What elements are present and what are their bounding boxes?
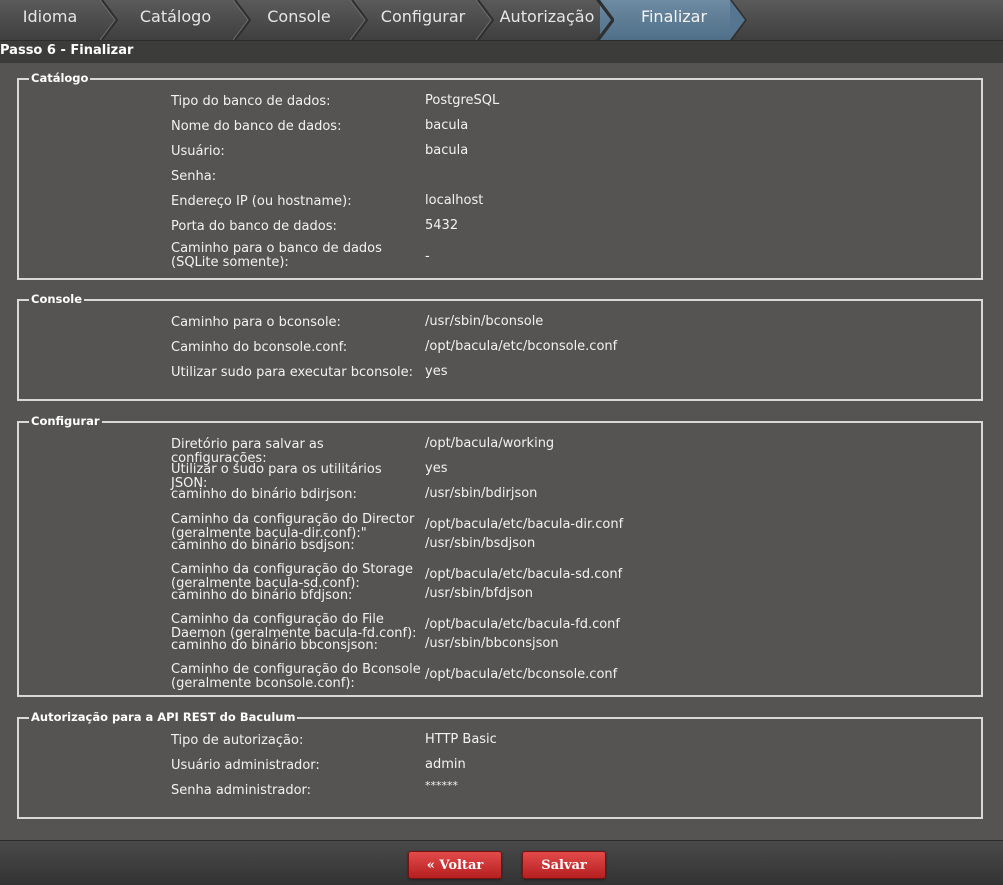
field-label: Nome do banco de dados: — [171, 119, 342, 134]
field-label: caminho do binário bsdjson: — [171, 538, 355, 553]
page-title-bar: Passo 6 - Finalizar — [0, 41, 1003, 63]
field-value: bacula — [425, 143, 469, 158]
field-value: localhost — [425, 193, 484, 208]
section-api-auth: Autorização para a API REST do Baculum T… — [17, 710, 983, 819]
field-label: Caminho da configuração do File Daemon (… — [171, 612, 417, 641]
field-label: Senha administrador: — [171, 783, 312, 798]
step-separator — [100, 0, 118, 40]
field-value: yes — [425, 364, 448, 379]
field-value: /opt/bacula/etc/bconsole.conf — [425, 339, 618, 354]
field-label: caminho do binário bdirjson: — [171, 487, 357, 502]
field-value: /usr/sbin/bfdjson — [425, 586, 534, 601]
field-value: PostgreSQL — [425, 93, 500, 108]
back-button[interactable]: « Voltar — [408, 851, 502, 879]
step-console: Console — [267, 7, 331, 26]
field-value: /opt/bacula/etc/bacula-sd.conf — [425, 567, 623, 582]
field-label: Tipo do banco de dados: — [171, 94, 331, 109]
field-label: Caminho da configuração do Storage (gera… — [171, 562, 413, 591]
field-value: /opt/bacula/etc/bacula-fd.conf — [425, 617, 620, 632]
page-title: Passo 6 - Finalizar — [0, 43, 134, 58]
section-legend: Console — [29, 292, 85, 306]
field-label: Senha: — [171, 169, 217, 184]
field-label: Tipo de autorização: — [171, 733, 304, 748]
field-label: Porta do banco de dados: — [171, 219, 337, 234]
field-label: Caminho da configuração do Director (ger… — [171, 512, 415, 541]
step-separator — [233, 0, 251, 40]
field-value: HTTP Basic — [425, 732, 497, 747]
step-separator — [350, 0, 368, 40]
field-value: /opt/bacula/etc/bacula-dir.conf — [425, 517, 624, 532]
field-value: yes — [425, 461, 448, 476]
section-legend: Configurar — [29, 414, 102, 428]
section-configure: Configurar Diretório para salvar as conf… — [17, 414, 983, 697]
field-label: caminho do binário bbconsjson: — [171, 638, 378, 653]
field-value: - — [425, 249, 430, 264]
field-label: Caminho para o banco de dados (SQLite so… — [171, 241, 382, 270]
field-value: ****** — [425, 779, 458, 792]
field-value: /opt/bacula/working — [425, 436, 555, 451]
field-value: /opt/bacula/etc/bconsole.conf — [425, 667, 618, 682]
section-catalog: Catálogo Tipo do banco de dados: Postgre… — [17, 71, 983, 280]
save-button[interactable]: Salvar — [522, 851, 606, 879]
section-legend: Catálogo — [29, 71, 91, 85]
section-console: Console Caminho para o bconsole: /usr/sb… — [17, 292, 983, 401]
wizard-steps: Idioma Catálogo Console Configurar Autor… — [0, 0, 1003, 41]
section-legend: Autorização para a API REST do Baculum — [29, 710, 298, 724]
field-label: Utilizar sudo para executar bconsole: — [171, 365, 414, 380]
field-label: Caminho do bconsole.conf: — [171, 340, 348, 355]
field-label: Caminho de configuração do Bconsole (ger… — [171, 662, 421, 691]
field-label: caminho do binário bfdjson: — [171, 588, 353, 603]
step-separator — [476, 0, 494, 40]
field-value: 5432 — [425, 218, 459, 233]
step-idioma: Idioma — [22, 7, 78, 26]
step-finalizar: Finalizar — [640, 7, 708, 26]
field-value: admin — [425, 757, 466, 772]
step-separator — [730, 0, 748, 40]
field-label: Usuário: — [171, 144, 225, 159]
field-value: bacula — [425, 118, 469, 133]
field-label: Caminho para o bconsole: — [171, 315, 341, 330]
field-value: /usr/sbin/bsdjson — [425, 536, 536, 551]
step-autorizacao: Autorização — [499, 7, 595, 26]
step-configurar: Configurar — [380, 7, 466, 26]
field-value: /usr/sbin/bbconsjson — [425, 636, 559, 651]
field-label: Endereço IP (ou hostname): — [171, 194, 352, 209]
step-catalogo: Catálogo — [139, 7, 212, 26]
field-label: Usuário administrador: — [171, 758, 320, 773]
field-value: /usr/sbin/bconsole — [425, 314, 544, 329]
field-value: /usr/sbin/bdirjson — [425, 486, 538, 501]
